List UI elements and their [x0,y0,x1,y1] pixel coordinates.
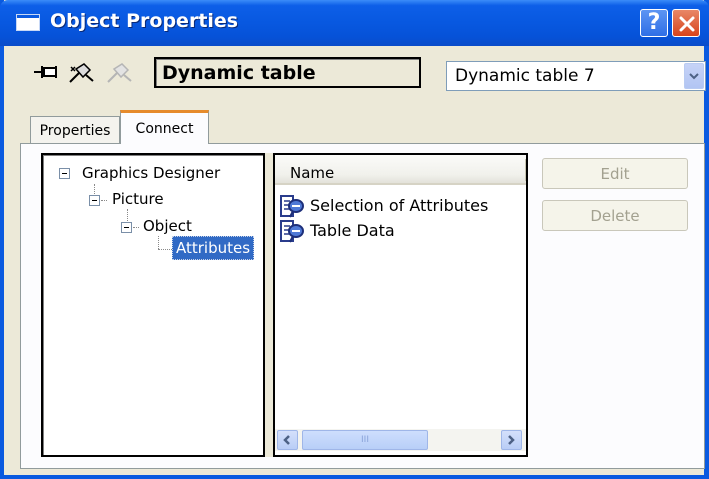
tree-collapse-graphics-designer[interactable] [59,168,70,179]
object-select-value: Dynamic table 7 [455,66,595,86]
disconnect-icon[interactable] [104,61,134,85]
chevron-left-icon [283,435,290,445]
pin-icon[interactable] [32,61,62,83]
close-icon [679,16,695,32]
object-type-label: Dynamic table [154,57,421,88]
tree-node-graphics-designer[interactable]: Graphics Designer [82,164,220,182]
tree-line [133,227,139,228]
tab-properties[interactable]: Properties [30,116,120,143]
pane-splitter[interactable] [265,153,273,457]
tree-line [127,209,128,223]
tree-line [158,249,172,250]
list-item-label: Selection of Attributes [310,196,489,215]
tree-node-picture[interactable]: Picture [112,190,164,208]
close-button[interactable] [672,9,700,37]
object-select[interactable]: Dynamic table 7 [446,61,706,91]
title-bar[interactable]: Object Properties ? [0,0,709,46]
tree-collapse-object[interactable] [121,222,132,233]
tree-node-attributes[interactable]: Attributes [172,236,254,260]
edit-button[interactable]: Edit [542,158,688,189]
window-icon [16,14,40,31]
chevron-right-icon [508,435,515,445]
scroll-right-button[interactable] [501,430,522,450]
tree-node-object[interactable]: Object [143,217,192,235]
object-properties-window: Object Properties ? Dynamic table Dynami… [0,0,709,479]
window-title: Object Properties [50,10,239,32]
script-icon [280,220,304,243]
tree-collapse-picture[interactable] [89,195,100,206]
tab-connect[interactable]: Connect [120,110,209,144]
scroll-left-button[interactable] [277,430,298,450]
delete-button[interactable]: Delete [542,200,688,231]
horizontal-scrollbar[interactable]: III [275,429,526,451]
help-button[interactable]: ? [640,9,668,37]
tree-line [158,236,159,249]
column-header-name[interactable]: Name [275,155,526,185]
chevron-down-icon [689,73,699,80]
connect-icon[interactable] [66,61,96,85]
script-icon [280,195,304,218]
dropdown-button[interactable] [684,63,704,89]
tree-line [101,200,107,201]
list-item-label: Table Data [310,221,395,240]
scroll-thumb[interactable]: III [302,430,428,450]
